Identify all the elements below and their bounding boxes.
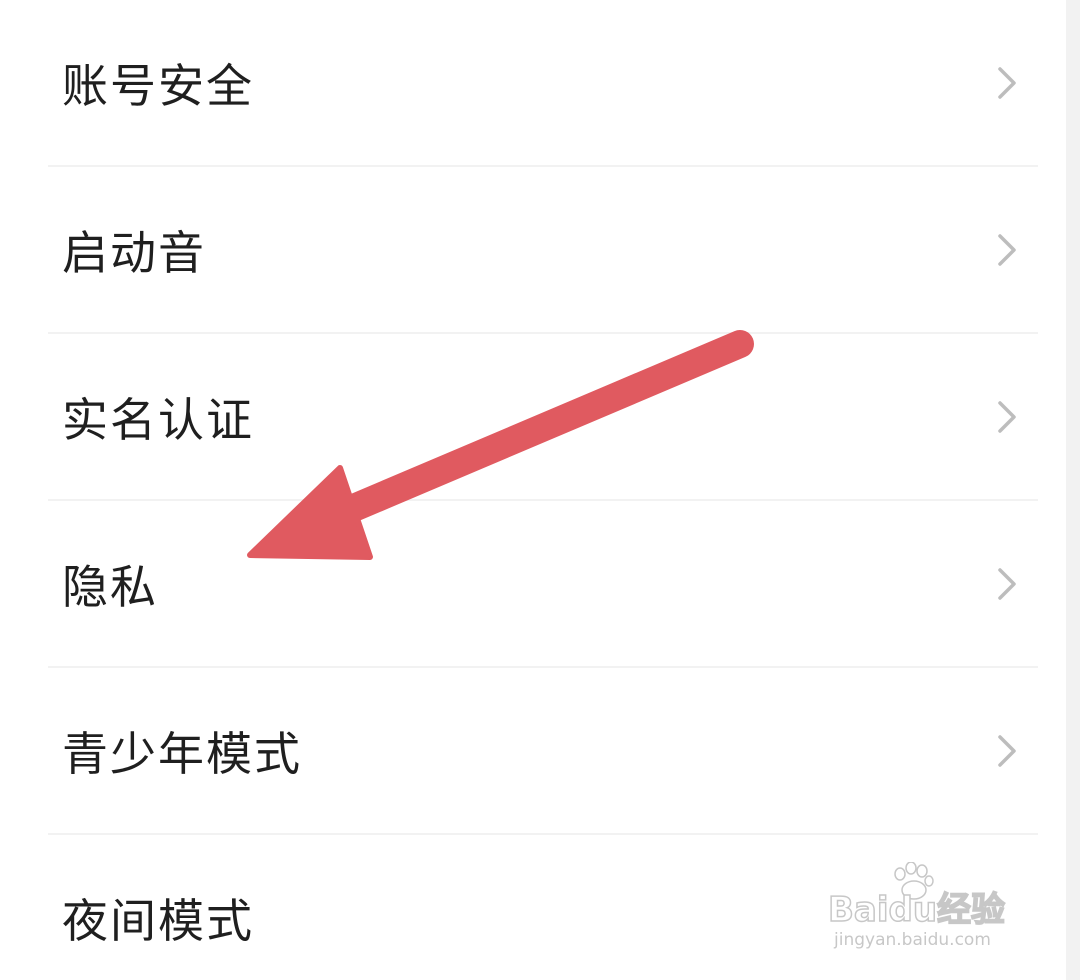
settings-item-account-security[interactable]: 账号安全 (0, 0, 1066, 166)
settings-item-real-name-verification[interactable]: 实名认证 (0, 334, 1066, 500)
chevron-right-icon (998, 401, 1016, 433)
settings-item-label: 实名认证 (62, 393, 254, 447)
settings-item-label: 夜间模式 (62, 894, 254, 948)
settings-item-label: 隐私 (62, 560, 158, 614)
settings-item-label: 青少年模式 (62, 727, 302, 781)
settings-item-label: 账号安全 (62, 59, 254, 113)
settings-item-startup-sound[interactable]: 启动音 (0, 167, 1066, 333)
settings-item-label: 启动音 (62, 226, 206, 280)
scroll-edge (1066, 0, 1080, 980)
settings-item-privacy[interactable]: 隐私 (0, 501, 1066, 667)
settings-item-teen-mode[interactable]: 青少年模式 (0, 668, 1066, 834)
settings-screen: 账号安全 启动音 实名认证 隐私 青少年模式 夜间模式 Baidu经验 jing… (0, 0, 1080, 980)
settings-item-night-mode[interactable]: 夜间模式 (0, 835, 1066, 980)
settings-list: 账号安全 启动音 实名认证 隐私 青少年模式 夜间模式 (0, 0, 1066, 980)
chevron-right-icon (998, 568, 1016, 600)
chevron-right-icon (998, 735, 1016, 767)
chevron-right-icon (998, 234, 1016, 266)
chevron-right-icon (998, 67, 1016, 99)
